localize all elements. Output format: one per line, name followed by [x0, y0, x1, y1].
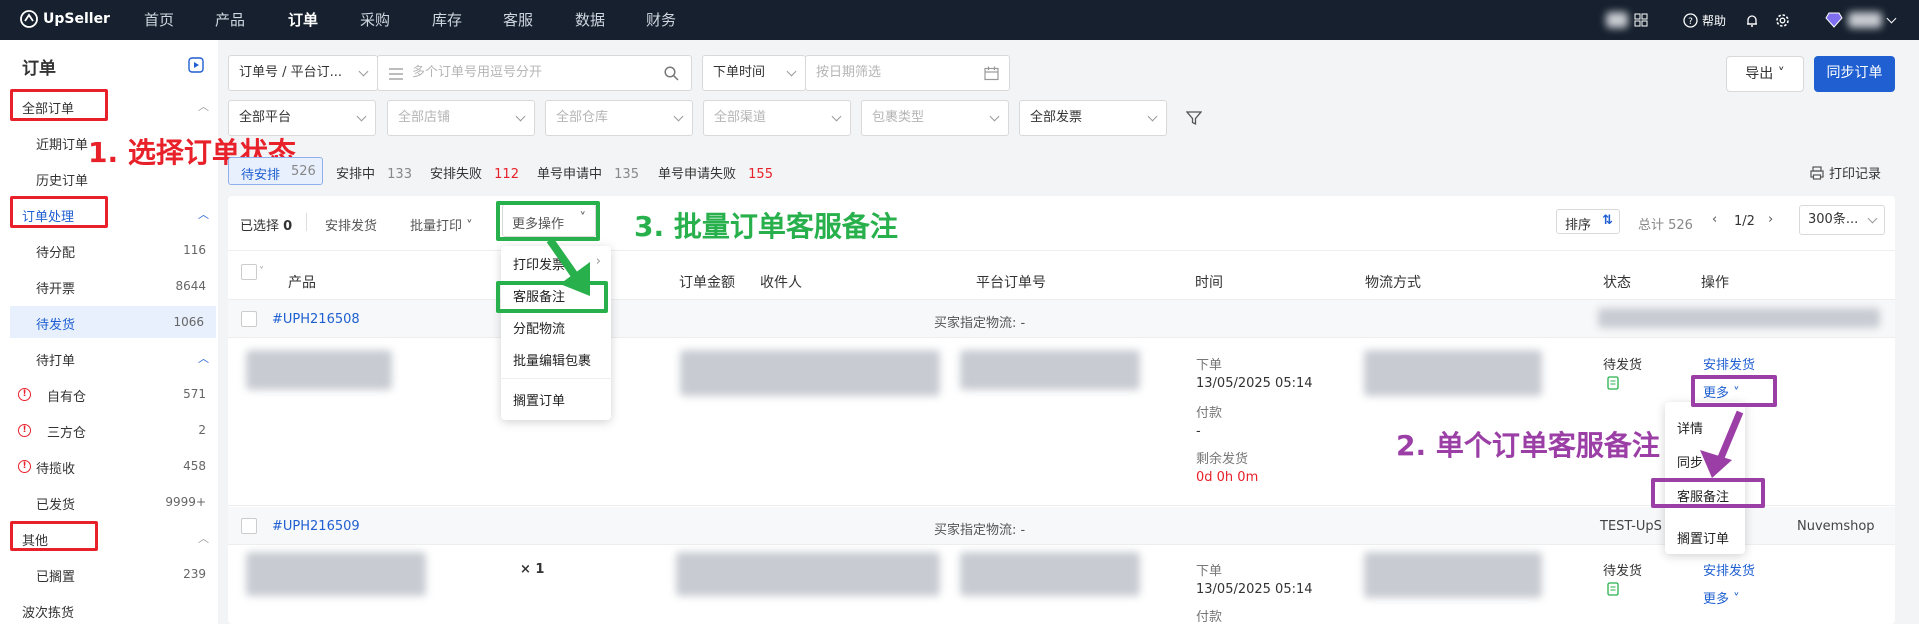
annotation-arrows	[546, 237, 1744, 478]
